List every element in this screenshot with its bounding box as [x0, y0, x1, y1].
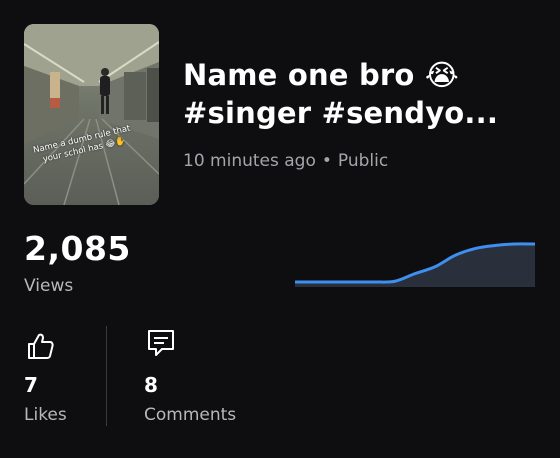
views-count: 2,085 [24, 229, 131, 268]
thumbs-up-icon[interactable] [26, 331, 56, 361]
comment-icon[interactable] [146, 328, 176, 358]
likes-label: Likes [24, 405, 67, 425]
likes-count: 7 [24, 373, 38, 397]
video-meta: 10 minutes ago • Public [183, 151, 388, 171]
video-thumbnail[interactable]: Name a dumb rule that your schol has 😂✋ [24, 24, 159, 205]
stats-divider [106, 326, 107, 426]
thumbnail-image [24, 24, 159, 205]
views-label: Views [24, 276, 74, 296]
views-trend-chart [295, 242, 535, 287]
comments-label: Comments [144, 405, 237, 425]
visibility-status: Public [337, 151, 389, 171]
video-title-line-2: #singer #sendyo... [183, 96, 499, 130]
posted-time: 10 minutes ago [183, 151, 316, 171]
meta-separator: • [321, 151, 332, 171]
video-title-line-1: Name one bro 😭 [183, 58, 459, 92]
video-title[interactable]: Name one bro 😭 #singer #sendyo... [183, 56, 553, 132]
comments-count: 8 [144, 373, 158, 397]
